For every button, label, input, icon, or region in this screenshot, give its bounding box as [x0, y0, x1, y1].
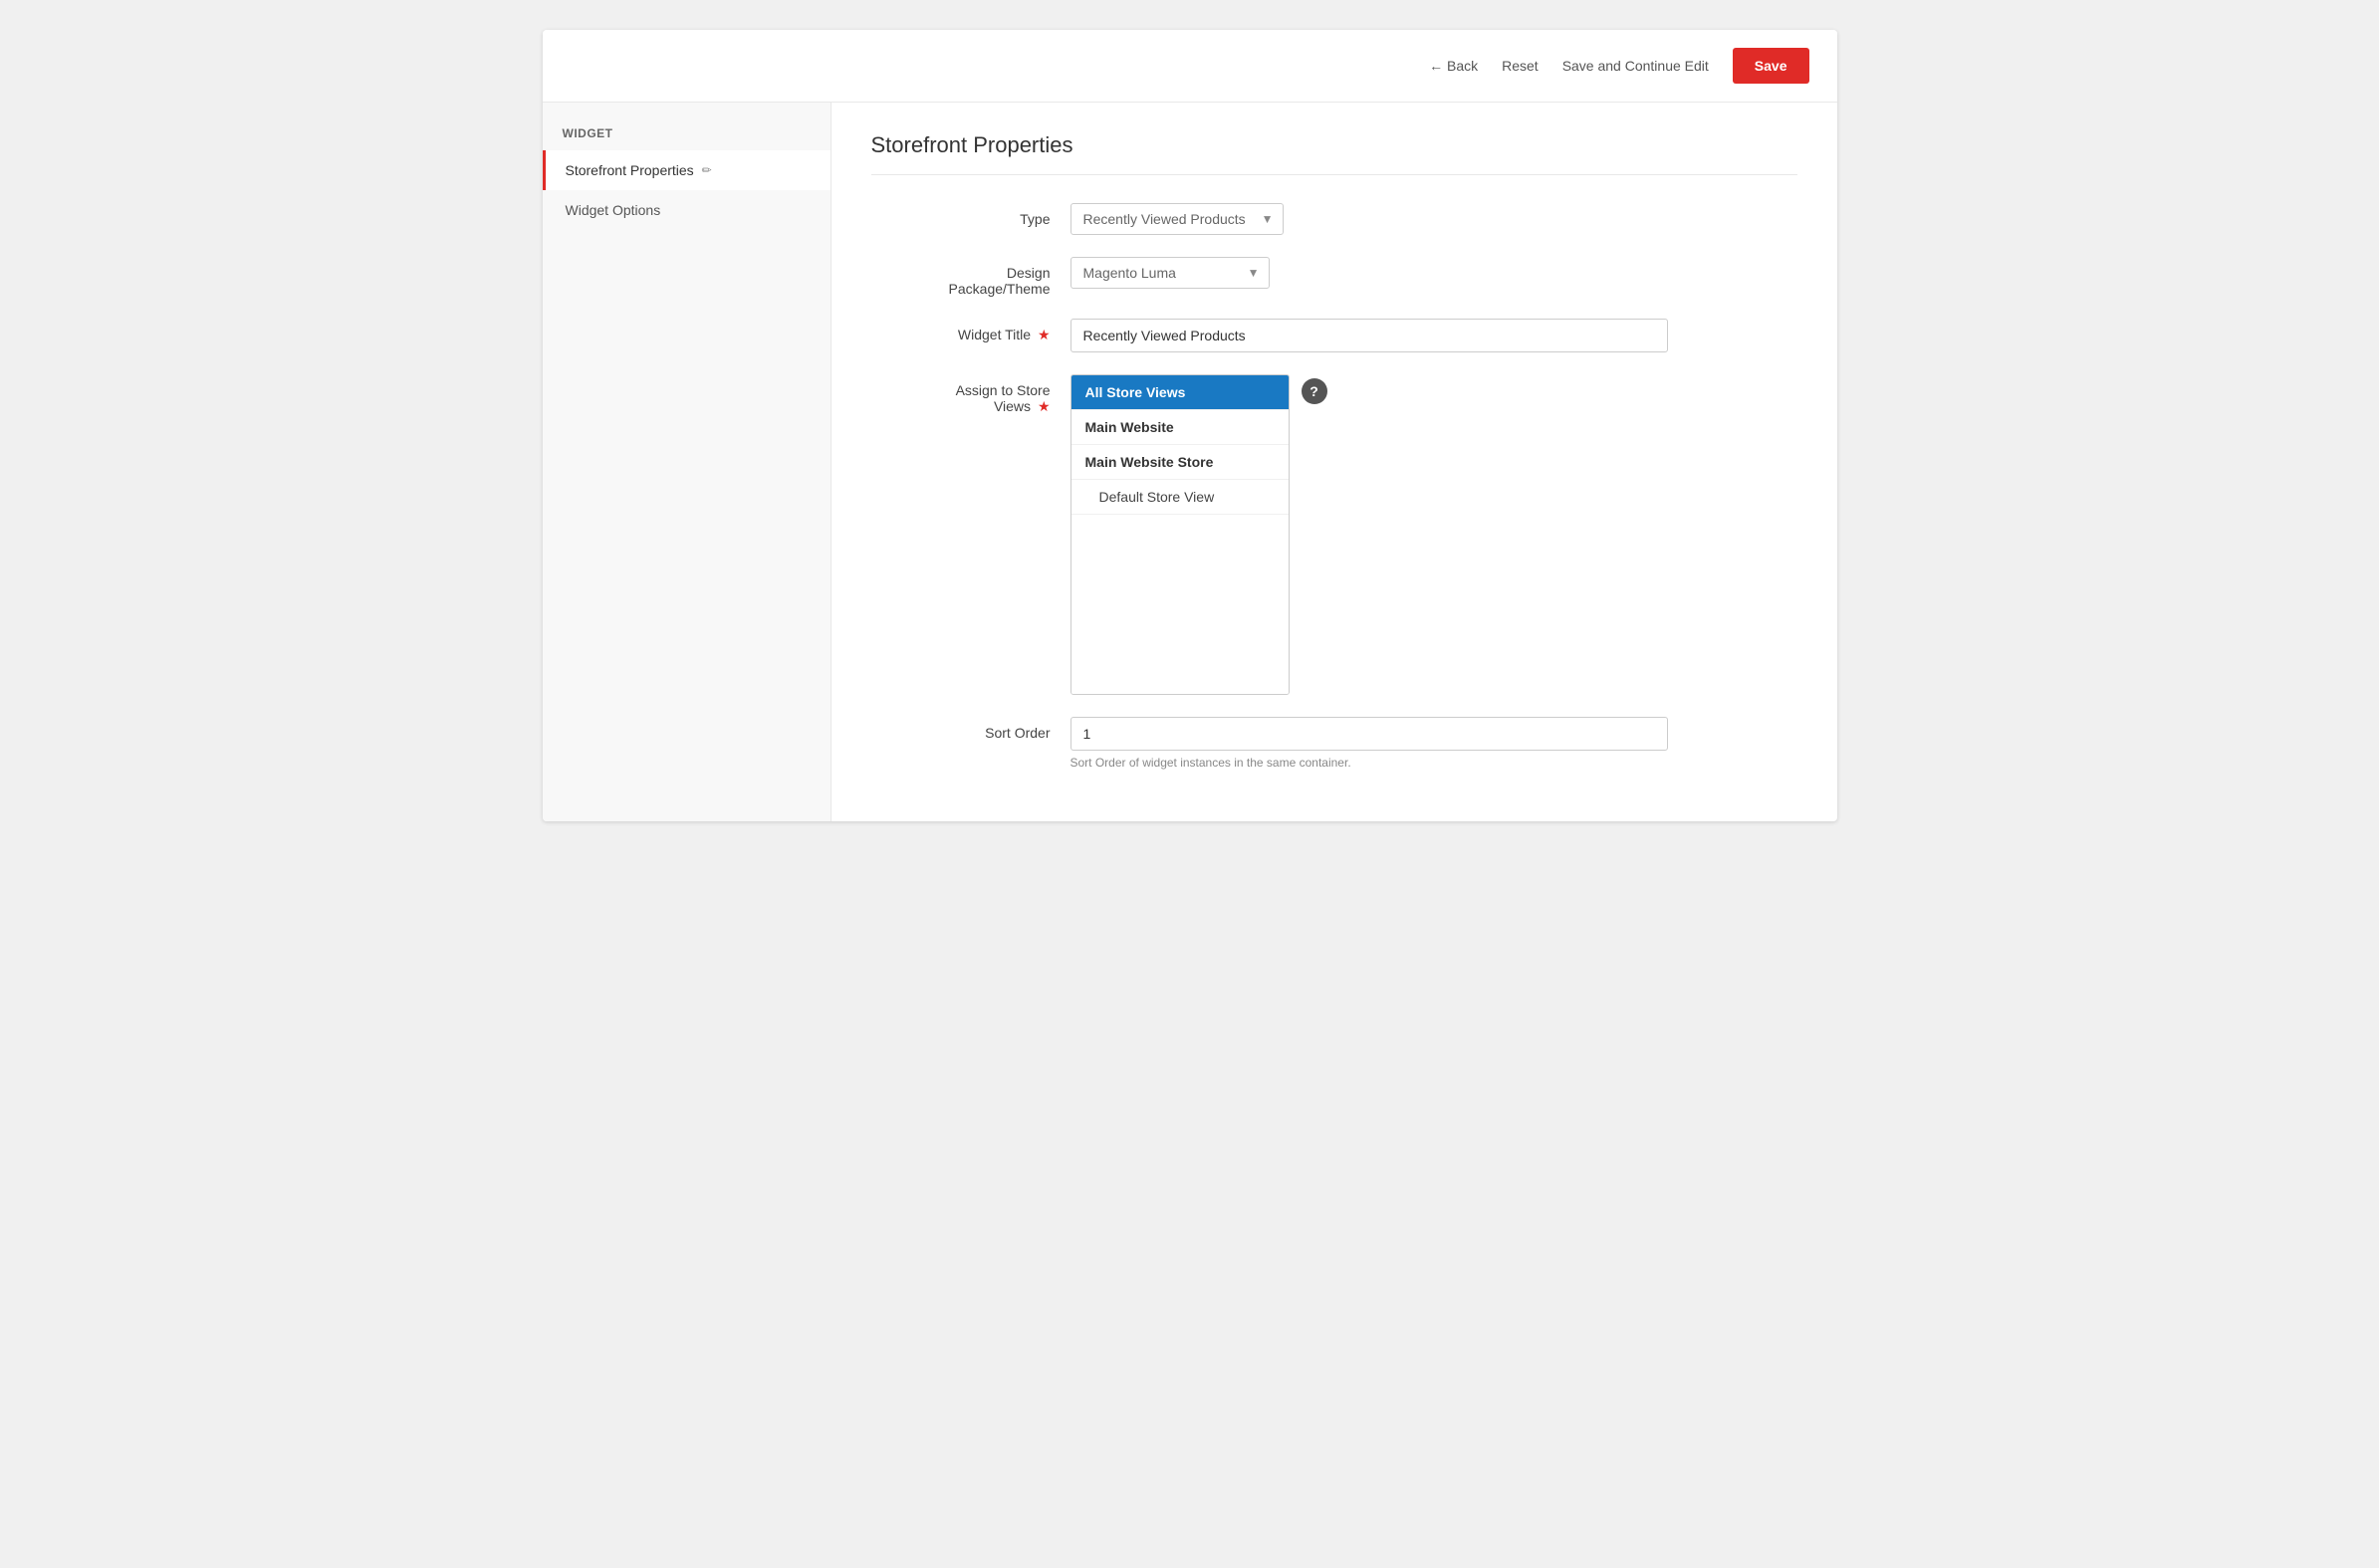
store-view-all[interactable]: All Store Views: [1071, 375, 1289, 410]
widget-title-label: Widget Title ★: [871, 319, 1071, 343]
store-view-default[interactable]: Default Store View: [1071, 480, 1289, 515]
help-icon[interactable]: ?: [1302, 378, 1327, 404]
back-button[interactable]: ← Back: [1429, 58, 1478, 74]
type-row: Type Recently Viewed Products ▼: [871, 203, 1797, 235]
toolbar: ← Back Reset Save and Continue Edit Save: [543, 30, 1837, 103]
content-area: Storefront Properties Type Recently View…: [832, 103, 1837, 821]
required-asterisk-store: ★: [1038, 398, 1051, 414]
widget-title-input[interactable]: [1071, 319, 1668, 352]
save-continue-button[interactable]: Save and Continue Edit: [1562, 58, 1709, 74]
sort-order-label: Sort Order: [871, 717, 1071, 741]
sidebar: WIDGET Storefront Properties ✏ Widget Op…: [543, 103, 832, 821]
store-views-list: All Store Views Main Website Main Websit…: [1071, 374, 1290, 695]
store-view-main-website[interactable]: Main Website: [1071, 410, 1289, 445]
widget-title-field: [1071, 319, 1668, 352]
design-select[interactable]: Magento Luma: [1071, 257, 1270, 289]
reset-button[interactable]: Reset: [1502, 58, 1539, 74]
sidebar-section-title: WIDGET: [543, 112, 831, 150]
sidebar-item-widget-options[interactable]: Widget Options: [543, 190, 831, 230]
type-field: Recently Viewed Products ▼: [1071, 203, 1668, 235]
store-views-field: All Store Views Main Website Main Websit…: [1071, 374, 1668, 695]
page-container: ← Back Reset Save and Continue Edit Save…: [543, 30, 1837, 821]
edit-icon: ✏: [702, 163, 712, 177]
store-views-row: Assign to StoreViews ★ All Store Views M…: [871, 374, 1797, 695]
required-asterisk: ★: [1038, 327, 1051, 342]
type-select[interactable]: Recently Viewed Products: [1071, 203, 1284, 235]
type-label: Type: [871, 203, 1071, 227]
sidebar-item-label: Widget Options: [566, 202, 661, 218]
sidebar-item-label: Storefront Properties: [566, 162, 694, 178]
store-views-container: All Store Views Main Website Main Websit…: [1071, 374, 1668, 695]
design-select-wrapper: Magento Luma ▼: [1071, 257, 1270, 289]
widget-title-row: Widget Title ★: [871, 319, 1797, 352]
sort-order-row: Sort Order Sort Order of widget instance…: [871, 717, 1797, 770]
store-view-main-website-store[interactable]: Main Website Store: [1071, 445, 1289, 480]
store-views-empty-space: [1071, 515, 1289, 694]
section-title: Storefront Properties: [871, 132, 1797, 175]
save-button[interactable]: Save: [1733, 48, 1809, 84]
main-layout: WIDGET Storefront Properties ✏ Widget Op…: [543, 103, 1837, 821]
sort-order-hint: Sort Order of widget instances in the sa…: [1071, 756, 1668, 770]
design-label: DesignPackage/Theme: [871, 257, 1071, 297]
design-row: DesignPackage/Theme Magento Luma ▼: [871, 257, 1797, 297]
sidebar-item-storefront-properties[interactable]: Storefront Properties ✏: [543, 150, 831, 190]
sort-order-field: Sort Order of widget instances in the sa…: [1071, 717, 1668, 770]
assign-store-views-label: Assign to StoreViews ★: [871, 374, 1071, 415]
type-select-wrapper: Recently Viewed Products ▼: [1071, 203, 1284, 235]
sort-order-input[interactable]: [1071, 717, 1668, 751]
design-field: Magento Luma ▼: [1071, 257, 1668, 289]
